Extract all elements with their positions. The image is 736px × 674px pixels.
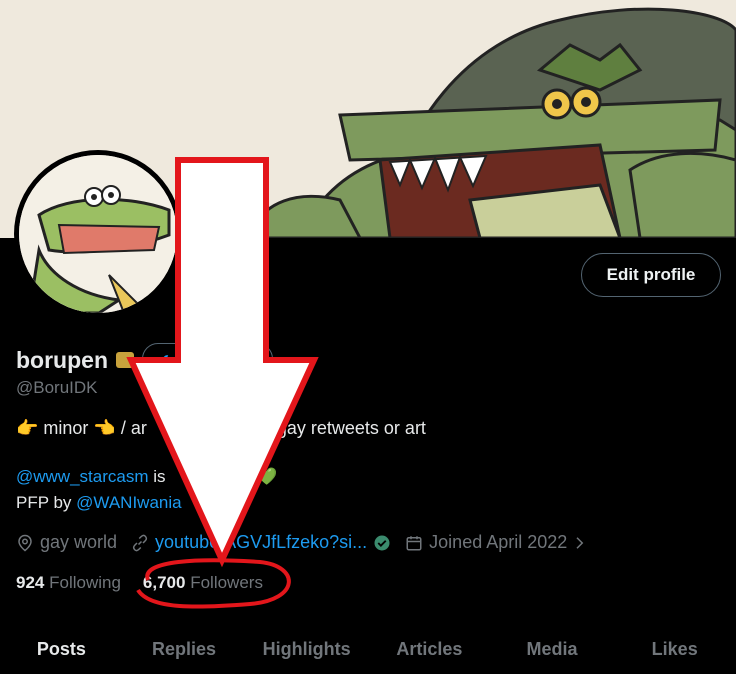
tab-articles[interactable]: Articles: [368, 630, 491, 674]
joined-item[interactable]: Joined April 2022: [405, 532, 587, 553]
website-link[interactable]: youtube/AGVJfLfzeko?si...: [155, 532, 367, 553]
following-stat[interactable]: 924 Following: [16, 573, 121, 593]
edit-profile-button[interactable]: Edit profile: [581, 253, 721, 297]
tab-likes[interactable]: Likes: [613, 630, 736, 674]
followers-stat[interactable]: 6,700 Followers: [143, 573, 263, 593]
green-hearts-emoji: 💚💚: [234, 467, 278, 486]
profile-meta-row: gay world youtube/AGVJfLfzeko?si... Join…: [16, 532, 601, 553]
verified-check-icon: [374, 535, 390, 550]
avatar-illustration: [19, 155, 177, 313]
flag-emoji-icon: [116, 352, 134, 368]
display-name: borupen: [16, 346, 108, 373]
bio-line-1-start: 👉 minor 👈 / ar: [16, 418, 147, 438]
following-label: Following: [49, 573, 121, 592]
avatar-image: [19, 155, 177, 313]
name-row: borupen ✔ Get verified: [16, 343, 274, 377]
joined-text: Joined April 2022: [429, 532, 568, 552]
bio-line-2: @www_starcasm is 💚💚: [16, 467, 277, 487]
chevron-right-icon: [576, 536, 584, 549]
bio-line-3-text: PFP by: [16, 493, 72, 512]
link-icon: [132, 534, 148, 551]
profile-avatar[interactable]: [14, 150, 182, 318]
location-icon: [18, 534, 32, 551]
get-verified-label: Get verified: [175, 351, 259, 369]
location-item: gay world: [16, 532, 117, 553]
following-count: 924: [16, 573, 45, 592]
tab-highlights[interactable]: Highlights: [245, 630, 368, 674]
bio-mention-starcasm[interactable]: @www_starcasm: [16, 467, 149, 486]
tab-replies[interactable]: Replies: [123, 630, 246, 674]
verified-badge-icon: ✔: [157, 352, 170, 369]
bio-line-1-end: gay retweets or art: [276, 418, 426, 438]
bio-line-3: PFP by @WANIwania: [16, 493, 182, 513]
followers-label: Followers: [190, 573, 263, 592]
bio-line-1: 👉 minor 👈 / ar gay retweets or art: [16, 418, 426, 439]
profile-tabs: Posts Replies Highlights Articles Media …: [0, 630, 736, 674]
profile-handle: @BoruIDK: [16, 378, 98, 397]
location-text: gay world: [40, 532, 118, 552]
bio-line-2-text: is: [153, 467, 166, 486]
website-item[interactable]: youtube/AGVJfLfzeko?si...: [131, 532, 391, 553]
calendar-icon: [406, 535, 422, 550]
tab-posts[interactable]: Posts: [0, 630, 123, 674]
follow-stats: 924 Following 6,700 Followers: [16, 573, 285, 593]
tab-media[interactable]: Media: [491, 630, 614, 674]
bio-mention-waniwania[interactable]: @WANIwania: [76, 493, 181, 512]
followers-count: 6,700: [142, 573, 186, 592]
get-verified-button[interactable]: ✔ Get verified: [142, 343, 274, 377]
